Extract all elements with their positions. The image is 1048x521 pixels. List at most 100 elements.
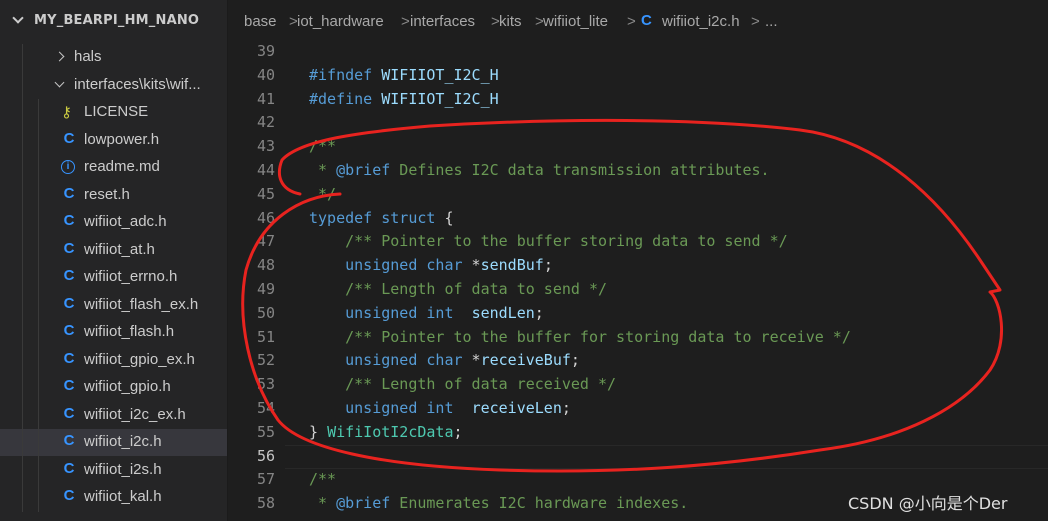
code-token: Defines I2C data transmission attributes… [390,161,770,179]
file-item[interactable]: Cwifiiot_flash_ex.h [0,291,227,319]
indent-guide [38,374,39,402]
code-token: WifiIotI2cData [327,422,454,441]
c-file-icon: C [63,377,75,394]
line-number: 40 [256,65,275,84]
file-item[interactable]: Cwifiiot_at.h [0,236,227,264]
c-file-icon: C [63,349,75,367]
indent-guide [38,484,39,512]
c-file-icon: C [63,404,75,422]
folder-item[interactable]: hals [0,44,227,72]
code-line[interactable]: unsigned char *receiveBuf; [309,351,580,369]
indent-guide [38,456,39,484]
file-tree-label: interfaces\kits\wif... [74,75,201,93]
code-line[interactable]: unsigned int sendLen; [309,304,544,322]
code-token: ; [543,256,553,275]
code-token: ; [453,422,463,441]
file-item[interactable]: Creset.h [0,181,227,209]
breadcrumb-segment[interactable]: interfaces [410,13,475,30]
chevron-down-icon [12,12,24,24]
breadcrumb-segment[interactable]: base [244,13,277,30]
indent-guide [38,319,39,347]
code-line[interactable]: /** Length of data received */ [309,375,616,393]
file-tree-label: wifiiot_gpio.h [84,378,171,395]
code-line[interactable]: * @brief Defines I2C data transmission a… [309,161,770,179]
indent-guide [22,71,23,99]
indent-guide [38,154,39,182]
line-number: 53 [256,375,275,394]
code-token: /** Pointer to the buffer storing data t… [309,232,788,251]
code-line[interactable]: /** [309,137,336,155]
code-line[interactable]: unsigned int receiveLen; [309,399,571,417]
code-token: receiveBuf [480,351,571,370]
file-item[interactable]: Cwifiiot_kal.h [0,484,227,512]
code-line[interactable]: /** Length of data to send */ [309,280,607,298]
file-item[interactable]: Cwifiiot_i2s.h [0,456,227,484]
line-number: 49 [256,280,275,298]
file-item[interactable]: Cwifiiot_gpio_ex.h [0,346,227,374]
file-item[interactable]: Cwifiiot_errno.h [0,264,227,292]
file-item[interactable]: Cwifiiot_flash.h [0,319,227,347]
line-number: 39 [256,42,275,60]
file-item[interactable]: Cwifiiot_gpio.h [0,374,227,402]
code-token: struct [381,208,436,227]
indent-guide [38,209,39,237]
code-line[interactable]: /** Pointer to the buffer storing data t… [309,232,788,250]
indent-guide [22,181,23,209]
c-file-icon: C [63,322,75,339]
line-number: 42 [256,113,275,132]
line-number: 55 [256,422,275,441]
c-file-icon: C [63,239,75,257]
breadcrumb-segment[interactable]: kits [499,13,522,30]
file-item[interactable]: Cwifiiot_i2c.h [0,429,227,457]
code-line[interactable]: } WifiIotI2cData; [309,423,463,441]
breadcrumb-segment[interactable]: iot_hardware [297,13,384,30]
code-line[interactable]: unsigned char *sendBuf; [309,256,553,274]
code-token: * [462,256,481,275]
indent-guide [22,401,23,429]
indent-guide [22,374,23,402]
indent-guide [38,126,39,154]
code-line[interactable]: /** [309,470,336,488]
file-item[interactable]: Clowpower.h [0,126,227,154]
chevron-down-icon [54,77,65,87]
file-item[interactable]: ⚷ LICENSE [0,99,227,127]
code-line[interactable]: * @brief Enumerates I2C hardware indexes… [309,494,688,512]
file-tree-label: wifiiot_flash.h [84,323,175,340]
explorer-root-header[interactable]: MY_BEARPI_HM_NANO [0,0,227,44]
code-token: receiveLen [471,399,562,417]
breadcrumb-file[interactable]: wifiiot_i2c.h [662,13,740,30]
breadcrumb-more[interactable]: ... [765,13,778,30]
breadcrumb-segment[interactable]: wifiiot_lite [543,13,608,30]
current-line-highlight [285,444,1048,469]
file-item[interactable]: Cwifiiot_i2c_ex.h [0,401,227,429]
file-item[interactable]: i readme.md [0,154,227,182]
indent-guide [38,264,39,292]
line-number: 47 [256,232,275,251]
code-line[interactable]: #define WIFIIOT_I2C_H [309,90,499,108]
code-token: * [309,161,337,179]
indent-guide [38,99,39,127]
line-number: 58 [256,494,275,513]
file-item[interactable]: Cwifiiot_adc.h [0,209,227,237]
code-line[interactable]: #ifndef WIFIIOT_I2C_H [309,66,499,84]
indent-guide [22,484,23,512]
line-number: 52 [256,351,275,370]
file-tree-label: wifiiot_at.h [84,240,155,258]
breadcrumb-separator-icon: > [751,13,760,30]
line-number: 51 [256,327,275,346]
indent-guide [22,99,23,127]
code-token: /** Pointer to the buffer for storing da… [309,327,851,346]
code-token: { [435,208,454,227]
code-line[interactable]: */ [309,185,336,203]
line-number: 57 [256,470,275,489]
c-file-icon: C [641,12,652,29]
indent-guide [22,264,23,292]
code-token: ; [561,399,571,417]
code-line[interactable]: /** Pointer to the buffer for storing da… [309,328,851,346]
license-key-icon: ⚷ [61,103,72,121]
code-editor[interactable]: 39 40 #ifndef WIFIIOT_I2C_H 41 #define WIFII… [229,42,1048,521]
file-tree-label: reset.h [84,185,130,203]
code-line[interactable]: typedef struct { [309,209,454,227]
folder-item[interactable]: interfaces\kits\wif... [0,71,227,99]
